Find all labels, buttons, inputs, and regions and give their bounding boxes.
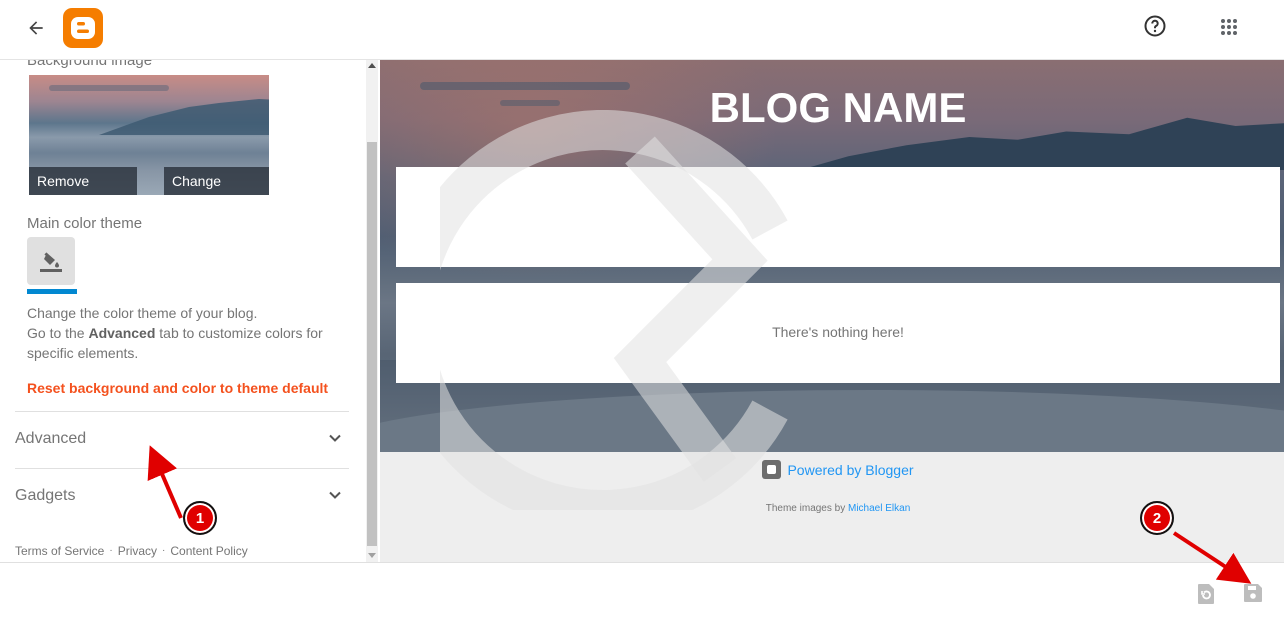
- help-circle-icon: [1144, 15, 1166, 37]
- blogger-logo-icon: [71, 17, 95, 39]
- change-image-button[interactable]: Change image: [164, 167, 269, 195]
- revert-icon: [1198, 584, 1214, 604]
- remove-image-button[interactable]: Remove Image: [29, 167, 137, 195]
- selected-color-indicator: [27, 289, 77, 294]
- annotation-marker-1: 1: [183, 501, 217, 535]
- blog-title[interactable]: BLOG NAME: [380, 84, 1284, 132]
- blog-content-card: [396, 167, 1280, 267]
- arrow-left-icon: [29, 21, 43, 35]
- section-advanced[interactable]: Advanced: [15, 412, 349, 468]
- reset-theme-link[interactable]: Reset background and color to theme defa…: [27, 380, 328, 396]
- color-theme-description: Change the color theme of your blog. Go …: [27, 305, 323, 361]
- scroll-up-arrow[interactable]: [368, 63, 376, 68]
- apps-button[interactable]: [1215, 13, 1243, 41]
- revert-button[interactable]: [1196, 583, 1218, 607]
- help-button[interactable]: [1141, 12, 1169, 40]
- credits-author-link[interactable]: Michael Elkan: [848, 503, 910, 514]
- background-image-label: Background image: [27, 60, 153, 69]
- section-advanced-label: Advanced: [15, 430, 87, 447]
- background-image-thumbnail: Remove Image Change image: [29, 75, 269, 195]
- top-bar: [0, 0, 1284, 60]
- save-icon: [1244, 584, 1262, 602]
- blog-header-background: BLOG NAME There's nothing here!: [380, 60, 1284, 452]
- footer-links: Terms of Service · Privacy · Content Policy: [15, 544, 248, 558]
- chevron-down-icon: [329, 434, 341, 442]
- powered-by-blogger-link[interactable]: Powered by Blogger: [380, 460, 1284, 479]
- section-gadgets[interactable]: Gadgets: [15, 469, 349, 525]
- terms-of-service-link[interactable]: Terms of Service: [15, 544, 104, 558]
- section-gadgets-label: Gadgets: [15, 487, 76, 504]
- save-button[interactable]: [1243, 583, 1265, 607]
- scroll-down-arrow[interactable]: [368, 553, 376, 558]
- chevron-down-icon: [329, 491, 341, 499]
- main-color-theme-label: Main color theme: [27, 215, 143, 232]
- empty-message: There's nothing here!: [772, 324, 904, 340]
- paint-bucket-icon: [40, 252, 62, 272]
- back-button[interactable]: [22, 14, 50, 42]
- blog-posts-card: There's nothing here!: [396, 283, 1280, 383]
- theme-settings-sidebar: Background image Remove Image Change ima…: [0, 60, 380, 562]
- blogger-icon: [762, 460, 782, 479]
- content-policy-link[interactable]: Content Policy: [170, 544, 247, 558]
- privacy-link[interactable]: Privacy: [118, 544, 157, 558]
- sidebar-scrollbar[interactable]: [366, 60, 378, 562]
- annotation-marker-2: 2: [1140, 501, 1174, 535]
- blogger-logo[interactable]: [63, 8, 103, 48]
- color-theme-button[interactable]: [27, 237, 75, 285]
- apps-grid-icon: [1221, 19, 1237, 35]
- blog-preview: BLOG NAME There's nothing here! Powered …: [380, 60, 1284, 562]
- bottom-action-bar: [0, 562, 1284, 620]
- scrollbar-thumb[interactable]: [367, 142, 377, 546]
